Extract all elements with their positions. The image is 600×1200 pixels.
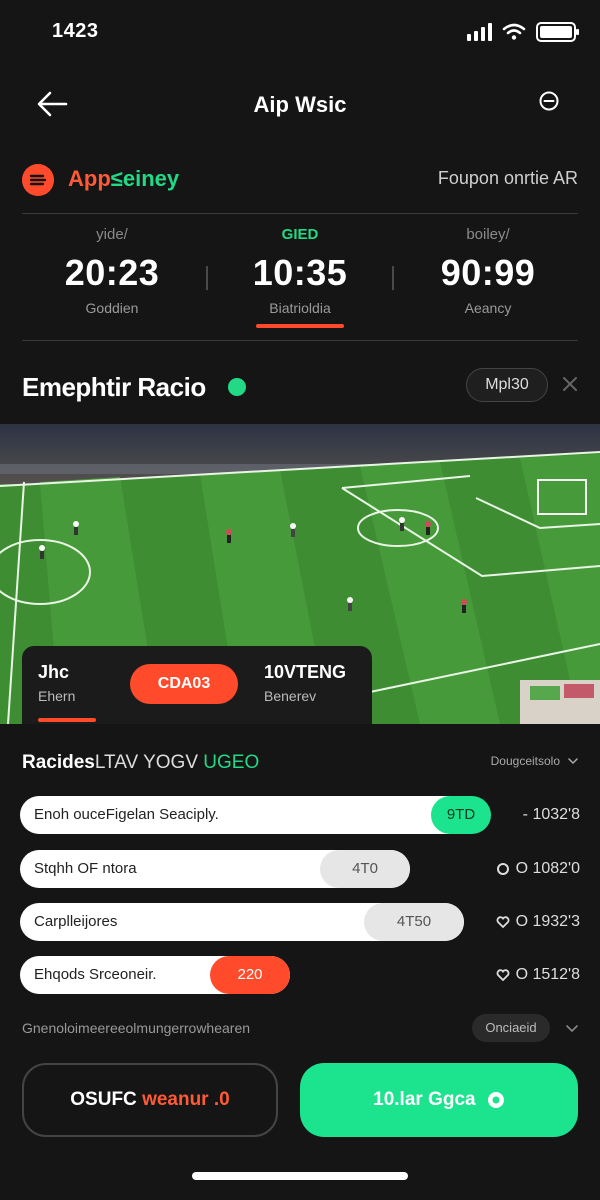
divider xyxy=(22,340,578,341)
row-value: - 1032'8 xyxy=(523,806,580,824)
row-badge[interactable]: 4T0 xyxy=(320,850,410,888)
score-badge[interactable]: CDA03 xyxy=(130,664,238,704)
close-icon[interactable] xyxy=(562,376,578,392)
row-value: O 1082'0 xyxy=(496,860,580,878)
cellular-signal-icon xyxy=(467,23,492,41)
footer-pill-button[interactable]: Onciaeid xyxy=(472,1014,550,1042)
brand-name-secondary: ≤einey xyxy=(110,166,180,191)
row-badge[interactable]: 9TD xyxy=(431,796,491,834)
confirm-circle-icon xyxy=(487,1091,504,1108)
row-label: Stqhh OF ntora xyxy=(34,860,137,877)
home-indicator[interactable] xyxy=(192,1172,408,1180)
brand-row: App≤einey Foupon onrtie AR xyxy=(22,160,578,200)
team-right-subtitle: Benerev xyxy=(264,688,317,704)
row-label: Enoh ouceFigelan Seaciply. xyxy=(34,806,219,823)
secondary-action-button[interactable]: OSUFC weanur .0 xyxy=(22,1063,278,1137)
page-title: Aip Wsic xyxy=(253,92,347,117)
row-value-text: O 1512'8 xyxy=(515,966,580,983)
time-stats: yide/ 20:23 Goddien GIED 10:35 Biatriold… xyxy=(22,226,578,336)
stat-caption: boiley/ xyxy=(466,226,510,243)
brand-name-primary: App xyxy=(68,166,111,191)
brand-name: App≤einey xyxy=(68,166,179,192)
primary-action-button[interactable]: 10.lar Ggca xyxy=(300,1063,578,1137)
nav-bar: Aip Wsic xyxy=(0,78,600,128)
row-badge[interactable]: 4T50 xyxy=(364,903,464,941)
row-label: Carplleijores xyxy=(34,913,118,930)
battery-icon xyxy=(536,22,579,42)
brand-logo-icon xyxy=(22,164,54,196)
live-indicator-icon xyxy=(228,378,246,396)
chevron-down-icon xyxy=(568,758,578,765)
list-title-accent: UGEO xyxy=(203,752,260,773)
secondary-action-label-primary: OSUFC xyxy=(70,1089,137,1110)
row-value-text: - 1032'8 xyxy=(522,806,580,823)
stat-value: 90:99 xyxy=(440,252,536,293)
list-title-mid: LTAV YOGV xyxy=(94,752,199,773)
stat-value: 20:23 xyxy=(64,252,160,293)
heart-icon xyxy=(496,916,509,929)
list-item[interactable]: Ehqods Srceoneir. 220 O 1512'8 xyxy=(20,956,580,994)
list-filter-dropdown[interactable]: Dougceitsolo xyxy=(491,754,578,768)
wifi-icon xyxy=(502,23,526,40)
team-left-subtitle: Ehern xyxy=(38,688,76,704)
list-item[interactable]: Enoh ouceFigelan Seaciply. 9TD - 1032'8 xyxy=(20,796,580,834)
stat-caption: GIED xyxy=(281,226,319,243)
stat-subtitle: Aeancy xyxy=(464,300,512,316)
stat-separator xyxy=(392,266,394,290)
section-pill-button[interactable]: Mpl30 xyxy=(466,368,548,402)
footer-hint: Gnenoloimeereeolmungerrowhearen Onciaeid xyxy=(22,1014,578,1044)
options-circle-icon[interactable] xyxy=(538,90,560,112)
secondary-action-label-secondary: weanur .0 xyxy=(142,1089,230,1110)
list-header: RacidesLTAV YOGV UGEO Dougceitsolo xyxy=(22,748,578,778)
team-right-name: 10VTENG xyxy=(264,662,347,682)
status-icons xyxy=(467,22,579,42)
active-indicator xyxy=(256,324,344,328)
clock-icon xyxy=(496,863,509,875)
stat-value: 10:35 xyxy=(252,252,348,293)
divider xyxy=(22,213,578,214)
chevron-down-icon[interactable] xyxy=(566,1022,578,1034)
stat-subtitle: Biatrioldia xyxy=(269,300,331,316)
row-label: Ehqods Srceoneir. xyxy=(34,966,157,983)
stat-item[interactable]: yide/ 20:23 Goddien xyxy=(22,226,202,316)
primary-action-label: 10.lar Ggca xyxy=(373,1089,476,1110)
list-title-main: Racides xyxy=(22,752,95,773)
score-card[interactable]: Jhc Ehern CDA03 10VTENG Benerev xyxy=(22,646,372,724)
team-left-name: Jhc xyxy=(38,662,70,682)
active-team-indicator xyxy=(38,718,96,722)
section-header: Emephtir Racio Mpl30 xyxy=(22,362,578,412)
stat-separator xyxy=(206,266,208,290)
brand-right-text[interactable]: Foupon onrtie AR xyxy=(438,168,578,189)
list-title: RacidesLTAV YOGV UGEO xyxy=(22,752,259,774)
row-value: O 1512'8 xyxy=(496,966,580,984)
status-time: 1423 xyxy=(52,20,99,42)
row-value-text: O 1932'3 xyxy=(515,913,580,930)
heart-icon xyxy=(496,969,509,982)
stat-item[interactable]: boiley/ 90:99 Aeancy xyxy=(398,226,578,316)
stat-subtitle: Goddien xyxy=(85,300,139,316)
list-item[interactable]: Carplleijores 4T50 O 1932'3 xyxy=(20,903,580,941)
stat-item-active[interactable]: GIED 10:35 Biatrioldia xyxy=(210,226,390,328)
row-value: O 1932'3 xyxy=(496,913,580,931)
section-title: Emephtir Racio xyxy=(22,372,206,402)
row-badge[interactable]: 220 xyxy=(210,956,290,994)
status-bar: 1423 xyxy=(0,0,600,64)
list-item[interactable]: Stqhh OF ntora 4T0 O 1082'0 xyxy=(20,850,580,888)
list-filter-label: Dougceitsolo xyxy=(490,754,560,768)
footer-hint-text: Gnenoloimeereeolmungerrowhearen xyxy=(22,1020,251,1036)
stat-caption: yide/ xyxy=(96,226,128,243)
row-value-text: O 1082'0 xyxy=(515,860,580,877)
